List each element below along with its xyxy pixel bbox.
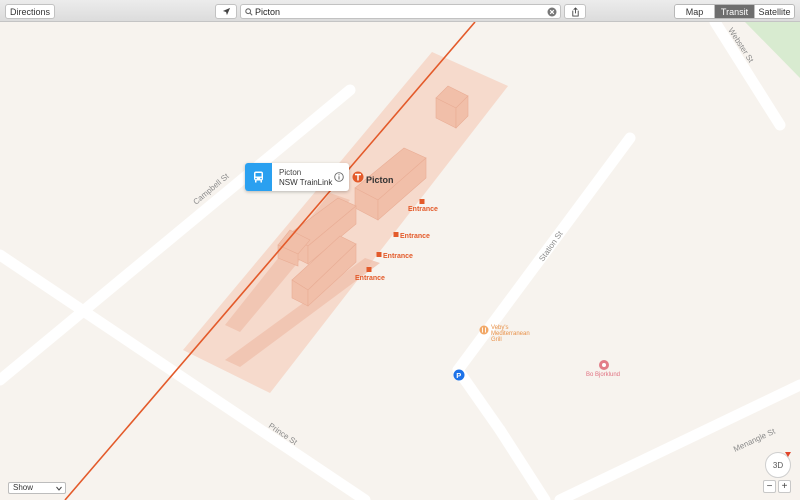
transit-badge: [245, 163, 272, 191]
map-type-segmented-control: Map Transit Satellite: [674, 4, 795, 19]
entrance-marker-2[interactable]: [393, 232, 399, 237]
svg-text:P: P: [456, 371, 461, 380]
restaurant-icon[interactable]: [479, 325, 489, 335]
map-canvas[interactable]: Campbell St Station St Prince St Menangl…: [0, 22, 800, 500]
compass-icon: [785, 452, 791, 457]
entrance-label-3: Entrance: [383, 253, 413, 260]
parking-P-icon[interactable]: P: [453, 369, 465, 381]
share-icon: [571, 6, 579, 16]
poi-label-veby-line3: Grill: [491, 337, 502, 343]
directions-button[interactable]: Directions: [5, 4, 55, 19]
show-dropdown[interactable]: Show: [8, 482, 66, 494]
zoom-in-button[interactable]: +: [778, 480, 791, 493]
map-type-transit[interactable]: Transit: [715, 5, 755, 18]
entrance-label-1: Entrance: [408, 206, 438, 213]
bus-icon: [254, 171, 263, 183]
entrance-marker-4[interactable]: [366, 267, 372, 272]
search-input-value: Picton: [255, 7, 281, 17]
magnifier-icon: [245, 8, 253, 16]
view-3d-label: 3D: [772, 460, 784, 470]
zoom-out-button[interactable]: −: [763, 480, 776, 493]
entrance-label-4: Entrance: [355, 275, 385, 282]
chevron-down-icon: [56, 486, 62, 491]
toolbar: Directions Picton Map Transit Satellite: [0, 0, 800, 22]
station-label[interactable]: Picton: [366, 175, 394, 185]
poi-pin-icon[interactable]: [599, 360, 609, 370]
map-type-map[interactable]: Map: [675, 5, 715, 18]
clear-x-icon[interactable]: [547, 7, 557, 17]
map-type-satellite[interactable]: Satellite: [755, 5, 794, 18]
poi-label-bo-bjorklund: Bo Bjorklund: [586, 372, 620, 378]
info-circle-icon[interactable]: [334, 172, 344, 182]
train-T-icon[interactable]: [352, 171, 364, 183]
current-location-button[interactable]: [215, 4, 237, 19]
entrance-label-2: Entrance: [400, 233, 430, 240]
map-drawing: Campbell St Station St Prince St Menangl…: [0, 22, 800, 500]
entrance-marker-1[interactable]: [419, 199, 425, 204]
zoom-out-label: −: [766, 481, 773, 492]
zoom-in-label: +: [781, 481, 788, 492]
directions-label: Directions: [9, 6, 50, 17]
share-button[interactable]: [564, 4, 586, 19]
location-arrow-icon: [222, 7, 230, 16]
show-dropdown-label: Show: [13, 483, 34, 492]
callout-title: Picton: [279, 168, 302, 177]
callout-subtitle: NSW TrainLink: [279, 178, 333, 187]
search-field[interactable]: Picton: [240, 4, 561, 19]
entrance-marker-3[interactable]: [376, 252, 382, 257]
place-callout[interactable]: Picton NSW TrainLink: [245, 163, 349, 191]
3d-compass-button[interactable]: 3D: [765, 452, 791, 478]
